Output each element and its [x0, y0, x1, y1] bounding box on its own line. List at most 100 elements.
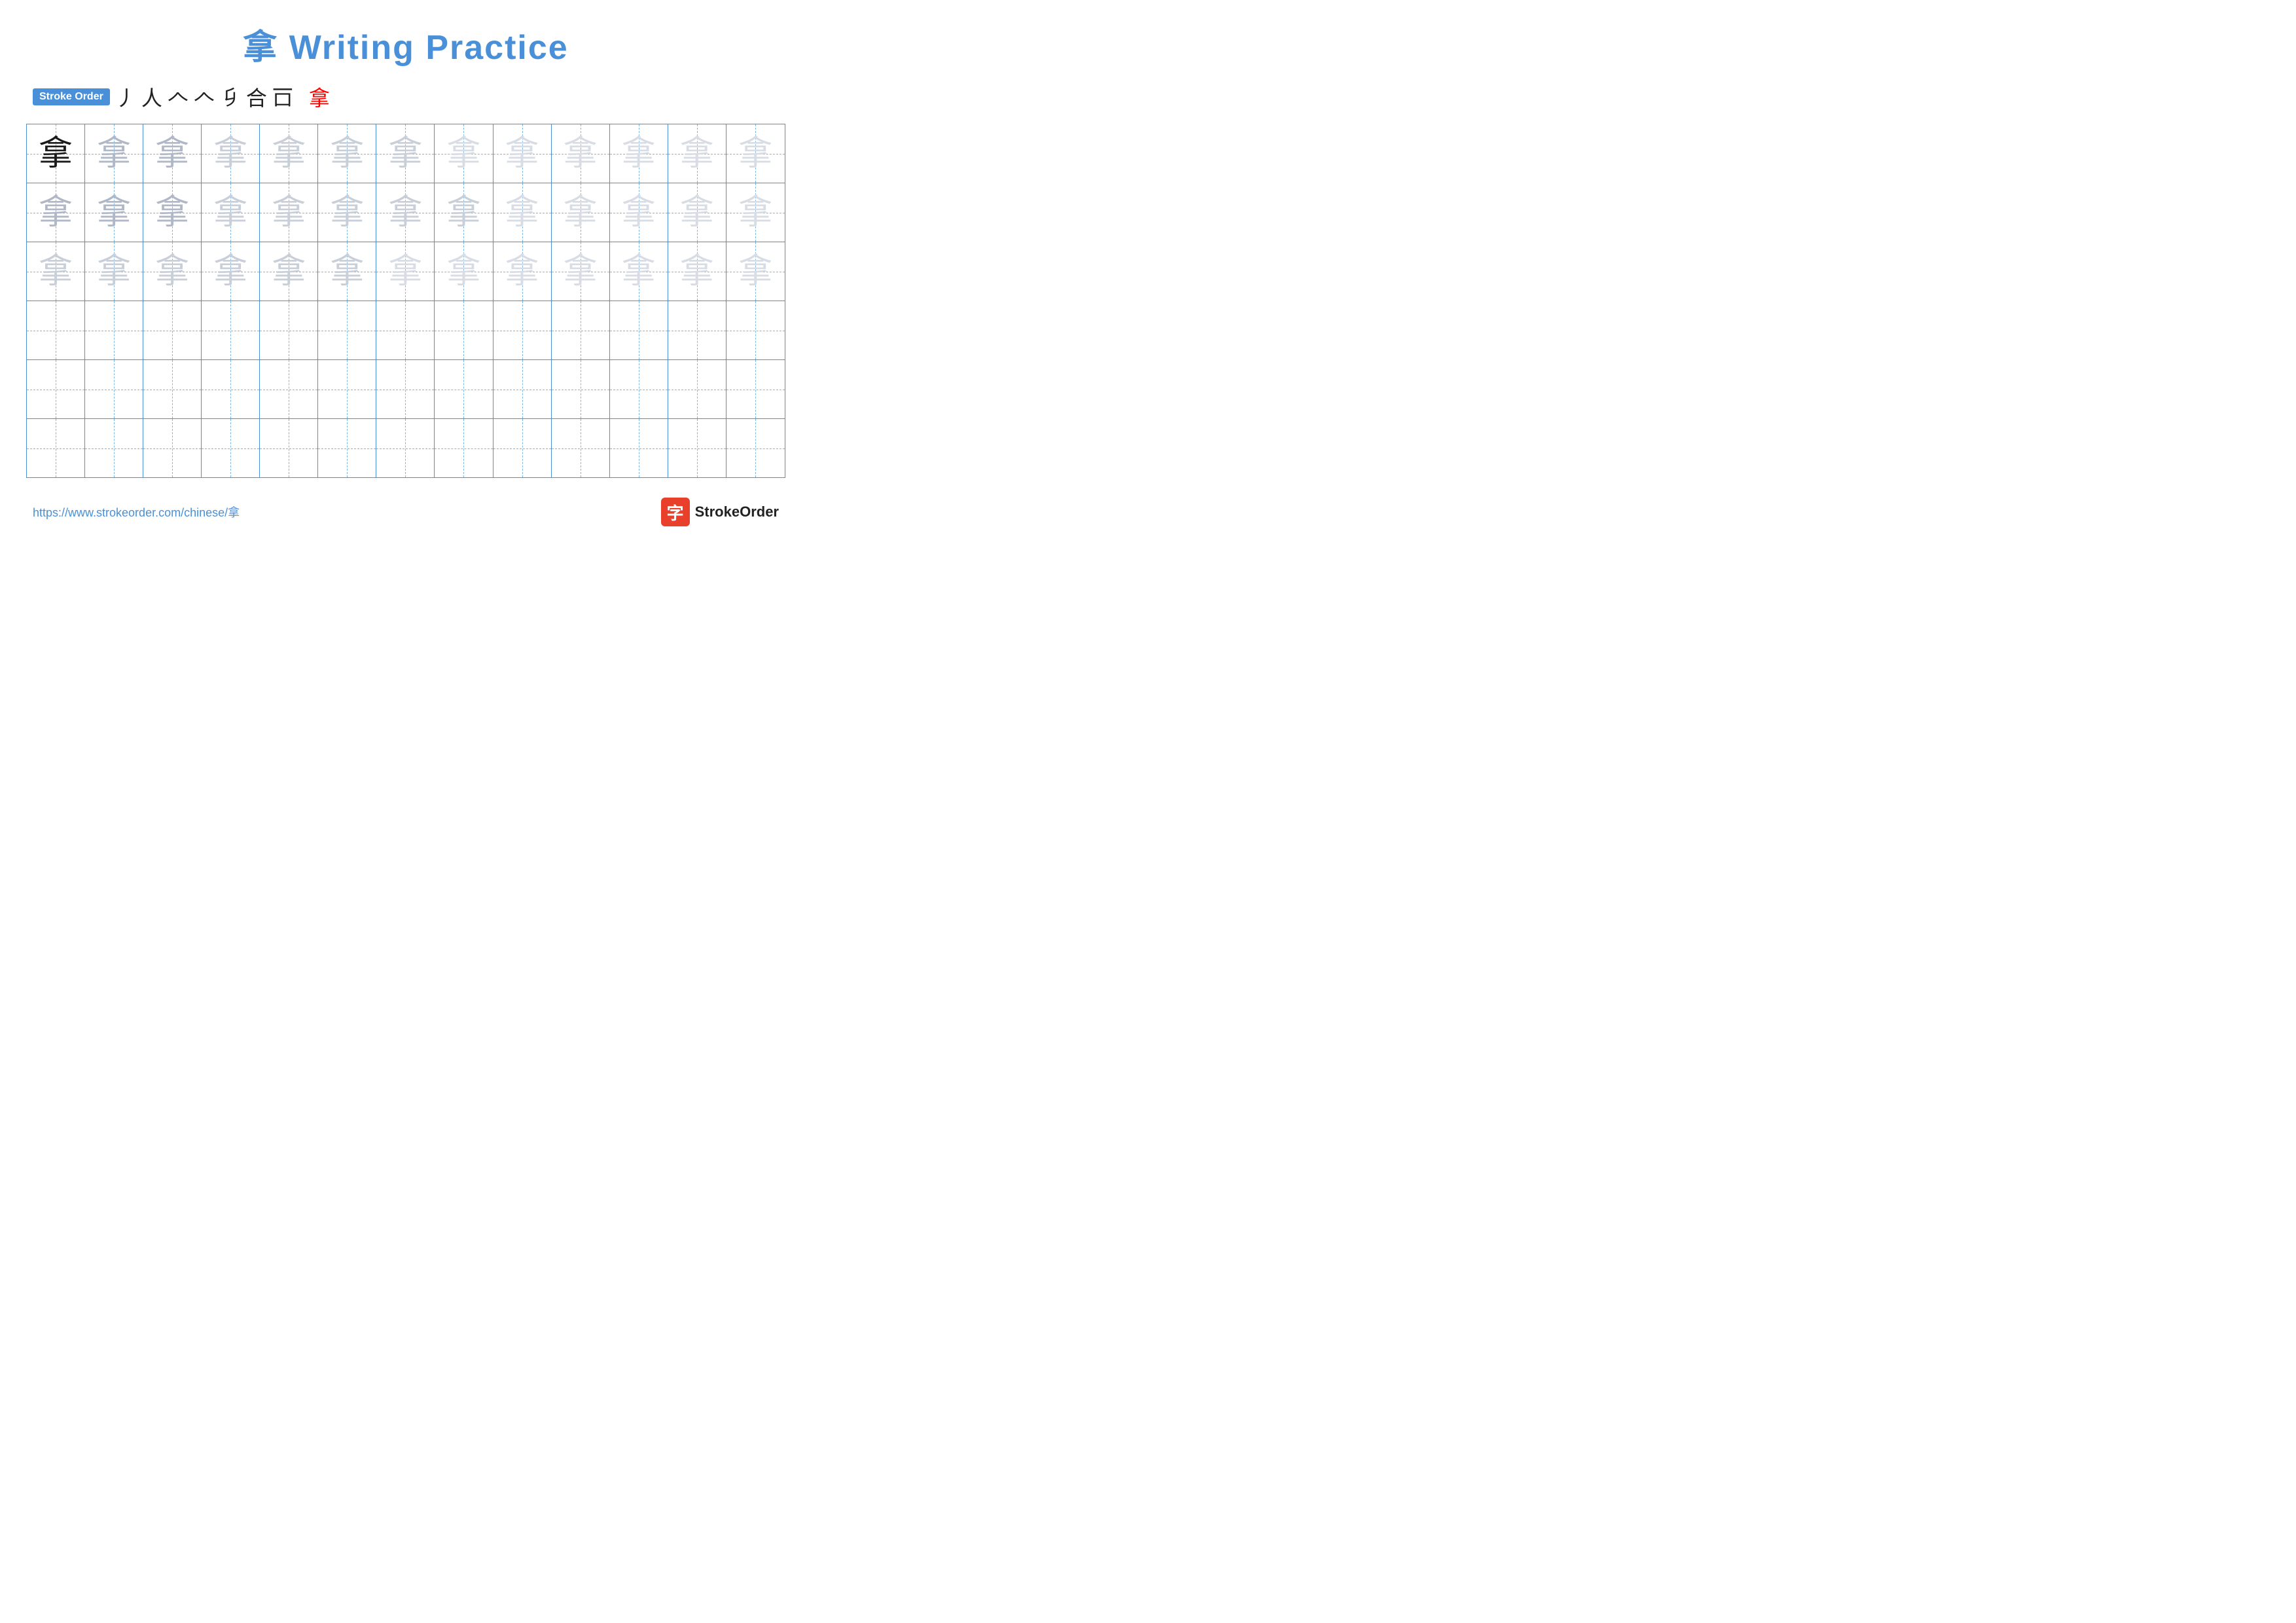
grid-cell-5-12[interactable] [668, 360, 726, 418]
grid-cell-6-8[interactable] [435, 419, 493, 477]
grid-cell-5-3[interactable] [143, 360, 202, 418]
grid-cell-6-3[interactable] [143, 419, 202, 477]
grid-cell-6-9[interactable] [493, 419, 552, 477]
grid-cell-6-13[interactable] [726, 419, 785, 477]
grid-cell-2-1[interactable]: 拿 [27, 183, 85, 242]
grid-cell-1-3[interactable]: 拿 [143, 124, 202, 183]
footer-brand-name: StrokeOrder [695, 503, 779, 520]
grid-cell-2-3[interactable]: 拿 [143, 183, 202, 242]
char-2-10: 拿 [564, 196, 598, 230]
grid-cell-5-13[interactable] [726, 360, 785, 418]
grid-cell-3-11[interactable]: 拿 [610, 242, 668, 301]
grid-cell-3-9[interactable]: 拿 [493, 242, 552, 301]
grid-cell-5-11[interactable] [610, 360, 668, 418]
grid-cell-3-4[interactable]: 拿 [202, 242, 260, 301]
grid-cell-4-4[interactable] [202, 301, 260, 359]
grid-cell-3-1[interactable]: 拿 [27, 242, 85, 301]
grid-cell-2-8[interactable]: 拿 [435, 183, 493, 242]
grid-cell-5-8[interactable] [435, 360, 493, 418]
grid-cell-3-12[interactable]: 拿 [668, 242, 726, 301]
grid-cell-6-10[interactable] [552, 419, 610, 477]
grid-cell-3-10[interactable]: 拿 [552, 242, 610, 301]
grid-cell-5-6[interactable] [318, 360, 376, 418]
grid-cell-3-7[interactable]: 拿 [376, 242, 435, 301]
stroke-order-row: Stroke Order 丿 人 𠆢 𠆢 𠂎 合 𠮛 𠮡 𠮤 拿 [26, 82, 785, 112]
grid-cell-4-6[interactable] [318, 301, 376, 359]
char-3-6: 拿 [330, 255, 364, 289]
grid-cell-1-5[interactable]: 拿 [260, 124, 318, 183]
title-chinese-char: 拿 [243, 29, 278, 67]
stroke-10: 拿 [309, 82, 330, 112]
grid-cell-5-5[interactable] [260, 360, 318, 418]
char-2-3: 拿 [155, 196, 189, 230]
char-1-9: 拿 [505, 137, 539, 171]
grid-row-3: 拿 拿 拿 拿 拿 拿 拿 拿 拿 拿 拿 拿 [27, 242, 785, 301]
grid-cell-2-11[interactable]: 拿 [610, 183, 668, 242]
page-title: 拿 Writing Practice [26, 20, 785, 69]
grid-cell-3-8[interactable]: 拿 [435, 242, 493, 301]
grid-cell-6-5[interactable] [260, 419, 318, 477]
grid-cell-2-13[interactable]: 拿 [726, 183, 785, 242]
grid-cell-1-4[interactable]: 拿 [202, 124, 260, 183]
grid-cell-5-2[interactable] [85, 360, 143, 418]
grid-cell-2-9[interactable]: 拿 [493, 183, 552, 242]
grid-cell-2-4[interactable]: 拿 [202, 183, 260, 242]
grid-cell-2-6[interactable]: 拿 [318, 183, 376, 242]
grid-cell-2-7[interactable]: 拿 [376, 183, 435, 242]
grid-cell-5-4[interactable] [202, 360, 260, 418]
grid-cell-5-10[interactable] [552, 360, 610, 418]
grid-cell-3-2[interactable]: 拿 [85, 242, 143, 301]
grid-cell-2-10[interactable]: 拿 [552, 183, 610, 242]
grid-row-6 [27, 419, 785, 477]
grid-cell-1-11[interactable]: 拿 [610, 124, 668, 183]
grid-cell-4-13[interactable] [726, 301, 785, 359]
grid-cell-1-12[interactable]: 拿 [668, 124, 726, 183]
grid-cell-1-8[interactable]: 拿 [435, 124, 493, 183]
char-3-1: 拿 [39, 255, 73, 289]
grid-cell-1-6[interactable]: 拿 [318, 124, 376, 183]
grid-cell-2-12[interactable]: 拿 [668, 183, 726, 242]
grid-cell-1-13[interactable]: 拿 [726, 124, 785, 183]
grid-cell-6-2[interactable] [85, 419, 143, 477]
grid-cell-4-10[interactable] [552, 301, 610, 359]
stroke-1: 丿 [115, 82, 136, 112]
grid-cell-4-8[interactable] [435, 301, 493, 359]
grid-cell-1-7[interactable]: 拿 [376, 124, 435, 183]
grid-cell-5-7[interactable] [376, 360, 435, 418]
grid-cell-4-12[interactable] [668, 301, 726, 359]
grid-cell-4-11[interactable] [610, 301, 668, 359]
grid-cell-1-9[interactable]: 拿 [493, 124, 552, 183]
grid-cell-6-4[interactable] [202, 419, 260, 477]
char-1-1: 拿 [39, 137, 73, 171]
grid-cell-6-12[interactable] [668, 419, 726, 477]
grid-cell-5-9[interactable] [493, 360, 552, 418]
grid-cell-2-2[interactable]: 拿 [85, 183, 143, 242]
grid-cell-4-2[interactable] [85, 301, 143, 359]
grid-cell-4-3[interactable] [143, 301, 202, 359]
grid-cell-1-10[interactable]: 拿 [552, 124, 610, 183]
grid-cell-3-13[interactable]: 拿 [726, 242, 785, 301]
footer-url[interactable]: https://www.strokeorder.com/chinese/拿 [33, 503, 240, 520]
grid-cell-1-1[interactable]: 拿 [27, 124, 85, 183]
char-2-4: 拿 [213, 196, 247, 230]
char-3-12: 拿 [680, 255, 714, 289]
grid-cell-4-5[interactable] [260, 301, 318, 359]
grid-cell-3-6[interactable]: 拿 [318, 242, 376, 301]
grid-cell-5-1[interactable] [27, 360, 85, 418]
grid-cell-4-9[interactable] [493, 301, 552, 359]
grid-row-4 [27, 301, 785, 360]
grid-cell-3-3[interactable]: 拿 [143, 242, 202, 301]
grid-cell-3-5[interactable]: 拿 [260, 242, 318, 301]
grid-cell-1-2[interactable]: 拿 [85, 124, 143, 183]
grid-cell-2-5[interactable]: 拿 [260, 183, 318, 242]
char-1-8: 拿 [446, 137, 480, 171]
grid-cell-4-7[interactable] [376, 301, 435, 359]
grid-cell-6-1[interactable] [27, 419, 85, 477]
grid-cell-6-11[interactable] [610, 419, 668, 477]
grid-cell-6-7[interactable] [376, 419, 435, 477]
char-3-9: 拿 [505, 255, 539, 289]
grid-cell-4-1[interactable] [27, 301, 85, 359]
writing-grid: 拿 拿 拿 拿 拿 拿 拿 拿 拿 拿 拿 拿 [26, 124, 785, 478]
grid-cell-6-6[interactable] [318, 419, 376, 477]
char-1-4: 拿 [213, 137, 247, 171]
